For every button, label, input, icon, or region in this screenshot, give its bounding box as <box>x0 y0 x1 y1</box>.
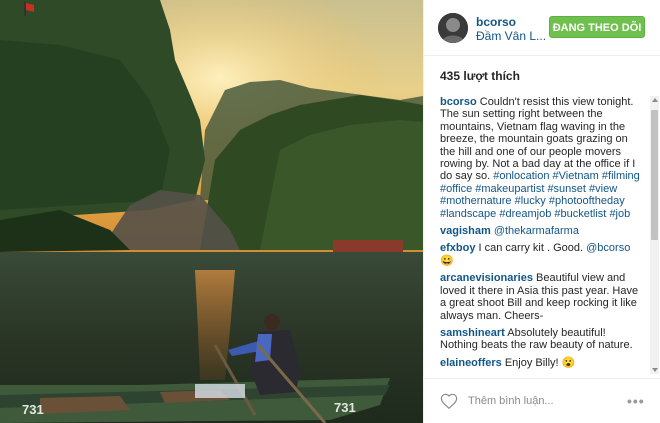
like-count[interactable]: 435 lượt thích <box>440 69 520 83</box>
hashtag-link[interactable]: #lucky <box>515 195 546 207</box>
post-username[interactable]: bcorso <box>476 15 516 29</box>
hashtag-link[interactable]: #mothernature <box>440 195 512 207</box>
comment-item: elaineoffers Enjoy Billy! 😮 <box>440 357 642 369</box>
comment-username[interactable]: vagisham <box>440 225 491 237</box>
comment-item: samshineart Absolutely beautiful! Nothin… <box>440 327 642 352</box>
comment-username[interactable]: samshineart <box>440 327 505 339</box>
scroll-down-arrow[interactable] <box>652 368 658 372</box>
comment-item: vagisham @thekarmafarma <box>440 225 642 237</box>
hashtag-link[interactable]: #filming <box>602 170 640 182</box>
scroll-up-arrow[interactable] <box>652 98 658 102</box>
scroll-thumb[interactable] <box>651 110 658 240</box>
avatar[interactable] <box>438 13 468 43</box>
add-comment-input[interactable]: Thêm bình luận... <box>468 395 554 407</box>
comment-mention[interactable]: @bcorso <box>586 242 630 254</box>
hashtag-link[interactable]: #Vietnam <box>553 170 599 182</box>
comment-item: efxboy I can carry kit . Good. @bcorso 😀 <box>440 242 642 267</box>
comment-text: I can carry kit . Good. <box>478 242 587 255</box>
comment-text: Enjoy Billy! <box>504 356 562 369</box>
following-button[interactable]: ĐANG THEO DÕI <box>549 16 645 38</box>
comment-username[interactable]: arcanevisionaries <box>440 272 533 284</box>
hashtag-link[interactable]: #view <box>589 183 617 195</box>
more-options-icon[interactable]: ••• <box>627 393 645 409</box>
comments-list[interactable]: bcorso Couldn't resist this view tonight… <box>440 96 642 374</box>
boat-number-left: 731 <box>22 402 44 417</box>
emoji-icon: 😀 <box>440 254 454 267</box>
comment-username[interactable]: efxboy <box>440 242 475 254</box>
post-detail-panel: bcorso Đầm Vân L... ĐANG THEO DÕI 435 lư… <box>423 0 660 423</box>
boat-number-right: 731 <box>334 400 356 415</box>
comments-scrollbar[interactable] <box>650 96 659 374</box>
heart-icon[interactable] <box>440 393 458 414</box>
emoji-icon: 😮 <box>561 356 576 369</box>
hashtag-link[interactable]: #bucketlist <box>554 208 606 220</box>
comment-item: arcanevisionaries Beautiful view and lov… <box>440 272 642 322</box>
hashtag-link[interactable]: #onlocation <box>493 170 549 182</box>
hashtag-link[interactable]: #landscape <box>440 208 496 220</box>
post-photo[interactable]: 731 731 <box>0 0 423 423</box>
comment-username[interactable]: elaineoffers <box>440 357 502 369</box>
caption-username[interactable]: bcorso <box>440 96 477 108</box>
hashtag-link[interactable]: #office <box>440 183 472 195</box>
hashtag-link[interactable]: #sunset <box>547 183 586 195</box>
comment-mention[interactable]: @thekarmafarma <box>494 225 579 237</box>
caption: bcorso Couldn't resist this view tonight… <box>440 96 642 220</box>
post-location[interactable]: Đầm Vân L... <box>476 29 546 43</box>
post-footer: Thêm bình luận... ••• <box>424 378 660 423</box>
hashtag-link[interactable]: #photooftheday <box>549 195 625 207</box>
hashtag-link[interactable]: #makeupartist <box>475 183 544 195</box>
hashtag-link[interactable]: #job <box>609 208 630 220</box>
post-header: bcorso Đầm Vân L... ĐANG THEO DÕI <box>424 0 660 56</box>
hashtag-link[interactable]: #dreamjob <box>499 208 551 220</box>
